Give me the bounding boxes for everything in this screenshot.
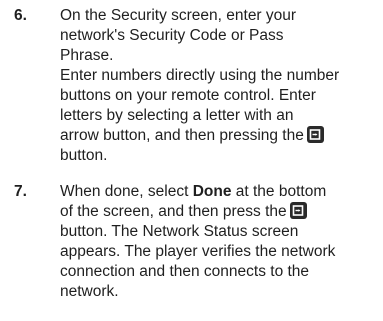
text-line-with-icon: arrow button, and then pressing the (60, 126, 360, 146)
text-line: letters by selecting a letter with an (60, 107, 294, 124)
text-line: Enter numbers directly using the number (60, 67, 340, 84)
step-number: 6. (14, 7, 27, 24)
text-segment: arrow button, and then pressing the (60, 127, 304, 144)
text-line: button. The Network Status screen (60, 223, 299, 240)
step-text: On the Security screen, enter your netwo… (60, 6, 360, 166)
done-option-label: Done (192, 183, 232, 200)
text-line: buttons on your remote control. Enter (60, 87, 316, 104)
text-line: button. (60, 147, 108, 164)
text-line-with-icon: of the screen, and then press the (60, 202, 360, 222)
enter-button-icon (306, 126, 324, 143)
step-number: 7. (14, 183, 27, 200)
text-line: On the Security screen, enter your (60, 7, 297, 24)
text-segment: When done, select (60, 183, 193, 200)
text-line: Phrase. (60, 47, 114, 64)
text-line: appears. The player verifies the network (60, 243, 336, 260)
step-text: When done, select Done at the bottom of … (60, 182, 360, 302)
text-segment: of the screen, and then press the (60, 203, 287, 220)
enter-button-icon (289, 202, 307, 219)
text-line: connection and then connects to the (60, 263, 310, 280)
text-line: network. (60, 283, 119, 300)
text-segment: at the bottom (231, 183, 327, 200)
text-line: network's Security Code or Pass (60, 27, 284, 44)
text-line: When done, select Done at the bottom (60, 182, 360, 202)
